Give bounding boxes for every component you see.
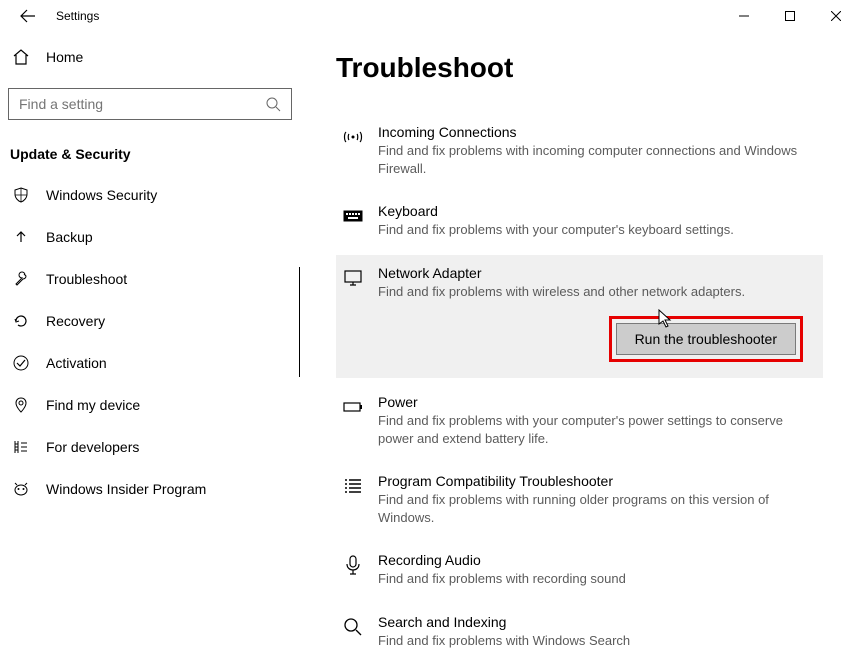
sidebar-item-windows-insider[interactable]: Windows Insider Program — [8, 468, 292, 510]
close-button[interactable] — [813, 0, 859, 32]
troubleshoot-item-network-adapter[interactable]: Network Adapter Find and fix problems wi… — [336, 255, 823, 379]
microphone-icon — [342, 552, 364, 588]
window-title: Settings — [56, 9, 99, 23]
sidebar-item-label: Windows Insider Program — [46, 481, 206, 497]
monitor-icon — [342, 265, 364, 363]
sidebar-item-label: For developers — [46, 439, 139, 455]
troubleshoot-item-title: Network Adapter — [378, 265, 823, 281]
insider-icon — [12, 480, 30, 498]
antenna-icon — [342, 124, 364, 177]
troubleshoot-item-desc: Find and fix problems with your computer… — [378, 412, 808, 447]
troubleshoot-item-title: Incoming Connections — [378, 124, 823, 140]
sidebar-item-label: Activation — [46, 355, 107, 371]
search-input[interactable] — [19, 96, 265, 112]
troubleshoot-item-desc: Find and fix problems with recording sou… — [378, 570, 808, 588]
sidebar-item-label: Backup — [46, 229, 93, 245]
sidebar-item-find-my-device[interactable]: Find my device — [8, 384, 292, 426]
home-nav[interactable]: Home — [8, 40, 292, 74]
developers-icon — [12, 438, 30, 456]
list-icon — [342, 473, 364, 526]
battery-icon — [342, 394, 364, 447]
troubleshoot-item-incoming-connections[interactable]: Incoming Connections Find and fix proble… — [336, 114, 823, 187]
sidebar-item-backup[interactable]: Backup — [8, 216, 292, 258]
page-title: Troubleshoot — [336, 52, 823, 84]
wrench-icon — [12, 270, 30, 288]
run-button-highlight: Run the troubleshooter — [609, 316, 803, 362]
troubleshoot-item-desc: Find and fix problems with wireless and … — [378, 283, 808, 301]
troubleshoot-item-title: Keyboard — [378, 203, 823, 219]
sidebar-item-troubleshoot[interactable]: Troubleshoot — [8, 258, 292, 300]
troubleshoot-item-title: Recording Audio — [378, 552, 823, 568]
troubleshoot-item-program-compatibility[interactable]: Program Compatibility Troubleshooter Fin… — [336, 463, 823, 536]
sidebar-item-recovery[interactable]: Recovery — [8, 300, 292, 342]
keyboard-icon — [342, 203, 364, 239]
troubleshoot-item-keyboard[interactable]: Keyboard Find and fix problems with your… — [336, 193, 823, 249]
search-icon — [342, 614, 364, 649]
maximize-icon — [785, 11, 795, 21]
troubleshoot-item-title: Program Compatibility Troubleshooter — [378, 473, 823, 489]
back-arrow-icon — [20, 8, 36, 24]
troubleshoot-item-power[interactable]: Power Find and fix problems with your co… — [336, 384, 823, 457]
troubleshoot-item-search-indexing[interactable]: Search and Indexing Find and fix problem… — [336, 604, 823, 649]
troubleshoot-item-recording-audio[interactable]: Recording Audio Find and fix problems wi… — [336, 542, 823, 598]
sidebar-item-label: Recovery — [46, 313, 105, 329]
sidebar-item-for-developers[interactable]: For developers — [8, 426, 292, 468]
recovery-icon — [12, 312, 30, 330]
shield-icon — [12, 186, 30, 204]
backup-icon — [12, 228, 30, 246]
sidebar-item-label: Windows Security — [46, 187, 157, 203]
activation-icon — [12, 354, 30, 372]
home-icon — [12, 48, 30, 66]
close-icon — [831, 11, 841, 21]
troubleshoot-item-desc: Find and fix problems with Windows Searc… — [378, 632, 808, 649]
minimize-icon — [739, 11, 749, 21]
troubleshoot-item-title: Power — [378, 394, 823, 410]
sidebar-item-windows-security[interactable]: Windows Security — [8, 174, 292, 216]
minimize-button[interactable] — [721, 0, 767, 32]
troubleshoot-item-title: Search and Indexing — [378, 614, 823, 630]
sidebar-item-label: Find my device — [46, 397, 140, 413]
sidebar-item-activation[interactable]: Activation — [8, 342, 292, 384]
run-troubleshooter-button[interactable]: Run the troubleshooter — [616, 323, 796, 355]
location-icon — [12, 396, 30, 414]
section-title: Update & Security — [8, 136, 292, 174]
troubleshoot-item-desc: Find and fix problems with incoming comp… — [378, 142, 808, 177]
back-button[interactable] — [8, 0, 48, 32]
sidebar-item-label: Troubleshoot — [46, 271, 127, 287]
troubleshoot-item-desc: Find and fix problems with running older… — [378, 491, 808, 526]
search-input-wrapper[interactable] — [8, 88, 292, 120]
home-label: Home — [46, 49, 83, 65]
search-icon — [265, 96, 281, 112]
troubleshoot-item-desc: Find and fix problems with your computer… — [378, 221, 808, 239]
maximize-button[interactable] — [767, 0, 813, 32]
